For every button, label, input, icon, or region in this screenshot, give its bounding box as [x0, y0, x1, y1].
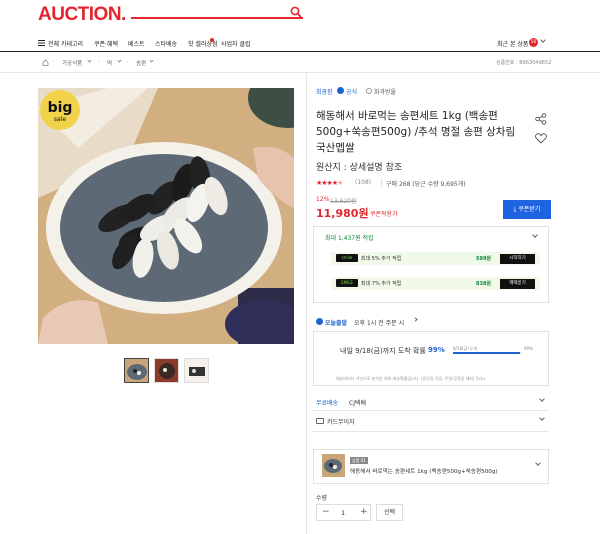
new-dot — [210, 38, 214, 42]
points-row-amount: 599원 — [476, 256, 492, 262]
column-divider — [306, 73, 307, 534]
store-icon — [366, 88, 372, 94]
quantity-value[interactable]: 1 — [341, 509, 345, 517]
official-label: 공식 — [346, 89, 358, 96]
delivery-cutoff: 오후 1시 전 주문 시 — [354, 320, 405, 327]
breadcrumb: › 가공식품 › 떡 › 송편 상품번호 : B663049652 — [0, 53, 600, 73]
card-icon — [316, 418, 324, 424]
recent-count-badge: 56 — [529, 38, 538, 47]
auction-logo[interactable]: AUCTION. — [38, 4, 126, 26]
chevron-down-icon[interactable] — [117, 58, 122, 63]
points-row-button[interactable]: 혜택받기 — [500, 279, 535, 289]
shipping-label: 무료배송 — [316, 400, 339, 407]
thumbnail-3[interactable] — [184, 358, 209, 383]
share-icon[interactable] — [535, 113, 547, 125]
price-note: 쿠폰적용가 — [370, 211, 398, 218]
installment-label: 카드무이자 — [327, 419, 355, 426]
minus-button[interactable]: − — [322, 507, 330, 517]
shipping-carrier: CJ택배 — [349, 400, 366, 407]
chevron-down-icon[interactable] — [149, 58, 154, 63]
points-row-amount: 838원 — [476, 281, 492, 287]
header: AUCTION. — [0, 0, 600, 34]
review-count[interactable]: (108) — [355, 179, 371, 186]
thumbnail-1[interactable] — [124, 358, 149, 383]
option-text: 해동해서 바로먹는 송편세트 1kg (백송편500g+쑥송편500g) — [350, 469, 498, 475]
smile-badge: smile — [336, 254, 358, 262]
product-main-image[interactable]: big sale — [38, 88, 294, 344]
store-name[interactable]: 최광팜 — [316, 87, 333, 96]
delivery-percent: 99% — [428, 346, 445, 354]
chevron-right-icon[interactable] — [413, 317, 418, 322]
quantity-label: 수량 — [316, 495, 328, 502]
option-thumbnail — [322, 454, 345, 477]
search-bar[interactable] — [131, 17, 303, 19]
chevron-down-icon[interactable] — [539, 396, 545, 402]
badge-big-text: big — [48, 100, 73, 116]
clock-icon — [316, 318, 323, 325]
quantity-select-button[interactable]: 선택 — [376, 504, 403, 521]
delivery-probability-track — [453, 352, 521, 354]
delivery-chart-end: 99% — [524, 346, 533, 351]
points-row-text: 최대 7% 추가 적립 — [361, 281, 402, 287]
discount-rate: 12% — [316, 196, 330, 203]
delivery-note: 배송데이터 기반으로 분석한 예측 배송확률입니다. (휴일일 기준, 주말/공… — [336, 376, 485, 381]
thumbnail-2[interactable] — [154, 358, 179, 383]
plus-button[interactable]: + — [360, 507, 368, 517]
heart-icon[interactable] — [535, 133, 547, 144]
breadcrumb-item[interactable]: 송편 — [136, 59, 146, 67]
product-title: 해동해서 바로먹는 송편세트 1kg (백송편500g+쑥송편500g) /추석… — [316, 110, 516, 154]
recent-items-link[interactable]: 최근 본 상품 — [497, 39, 528, 48]
delivery-estimate: 내일 9/18(금)까지 도착 확률 — [340, 347, 426, 355]
home-icon[interactable] — [42, 59, 49, 66]
star-rating[interactable]: ★★★★★ — [316, 179, 343, 187]
smile-badge: SMILE — [336, 279, 358, 287]
product-code: 상품번호 : B663049652 — [496, 60, 552, 66]
nav-item-star-delivery[interactable]: 스타배송 — [155, 39, 177, 48]
origin-text: 원산지 : 상세설명 참조 — [316, 163, 403, 173]
chevron-down-icon[interactable] — [540, 37, 546, 43]
search-icon[interactable] — [290, 6, 302, 18]
sale-price: 11,980원 — [316, 207, 369, 220]
points-row-text: 최대 5% 추가 적립 — [361, 256, 402, 262]
original-price: 13,620원 — [330, 198, 357, 205]
delivery-tag: 오늘출발 — [325, 320, 348, 327]
points-header: 최대 1,437원 적립 — [325, 235, 374, 242]
coupon-button[interactable]: ⤓ 쿠폰받기 — [503, 200, 551, 219]
delivery-probability-fill — [453, 352, 521, 354]
menu-icon[interactable] — [38, 40, 45, 46]
nav-item-business-club[interactable]: 사업자 클럽 — [221, 39, 251, 48]
purchase-count: 구매 268 (당근 수량 9,695개) — [386, 181, 466, 188]
breadcrumb-item[interactable]: 가공식품 — [62, 59, 82, 67]
category-nav: 전체 카테고리 쿠폰·혜택 베스트 스타배송 핫 셀러상점 사업자 클럽 최근 … — [0, 34, 600, 52]
chevron-down-icon[interactable] — [539, 415, 545, 421]
nav-item-coupon[interactable]: 쿠폰·혜택 — [94, 39, 118, 48]
breadcrumb-item[interactable]: 떡 — [107, 59, 112, 67]
quantity-stepper: − 1 + — [316, 504, 371, 521]
badge-sale-text: sale — [54, 116, 66, 123]
chevron-down-icon[interactable] — [87, 58, 92, 63]
option-badge: 상품 01 — [350, 457, 368, 464]
all-categories-link[interactable]: 전체 카테고리 — [48, 39, 83, 48]
points-row-button[interactable]: 시작하기 — [500, 254, 535, 264]
nav-item-best[interactable]: 베스트 — [128, 39, 145, 48]
other-store[interactable]: 화과방울 — [374, 87, 396, 96]
verified-icon — [337, 87, 344, 94]
